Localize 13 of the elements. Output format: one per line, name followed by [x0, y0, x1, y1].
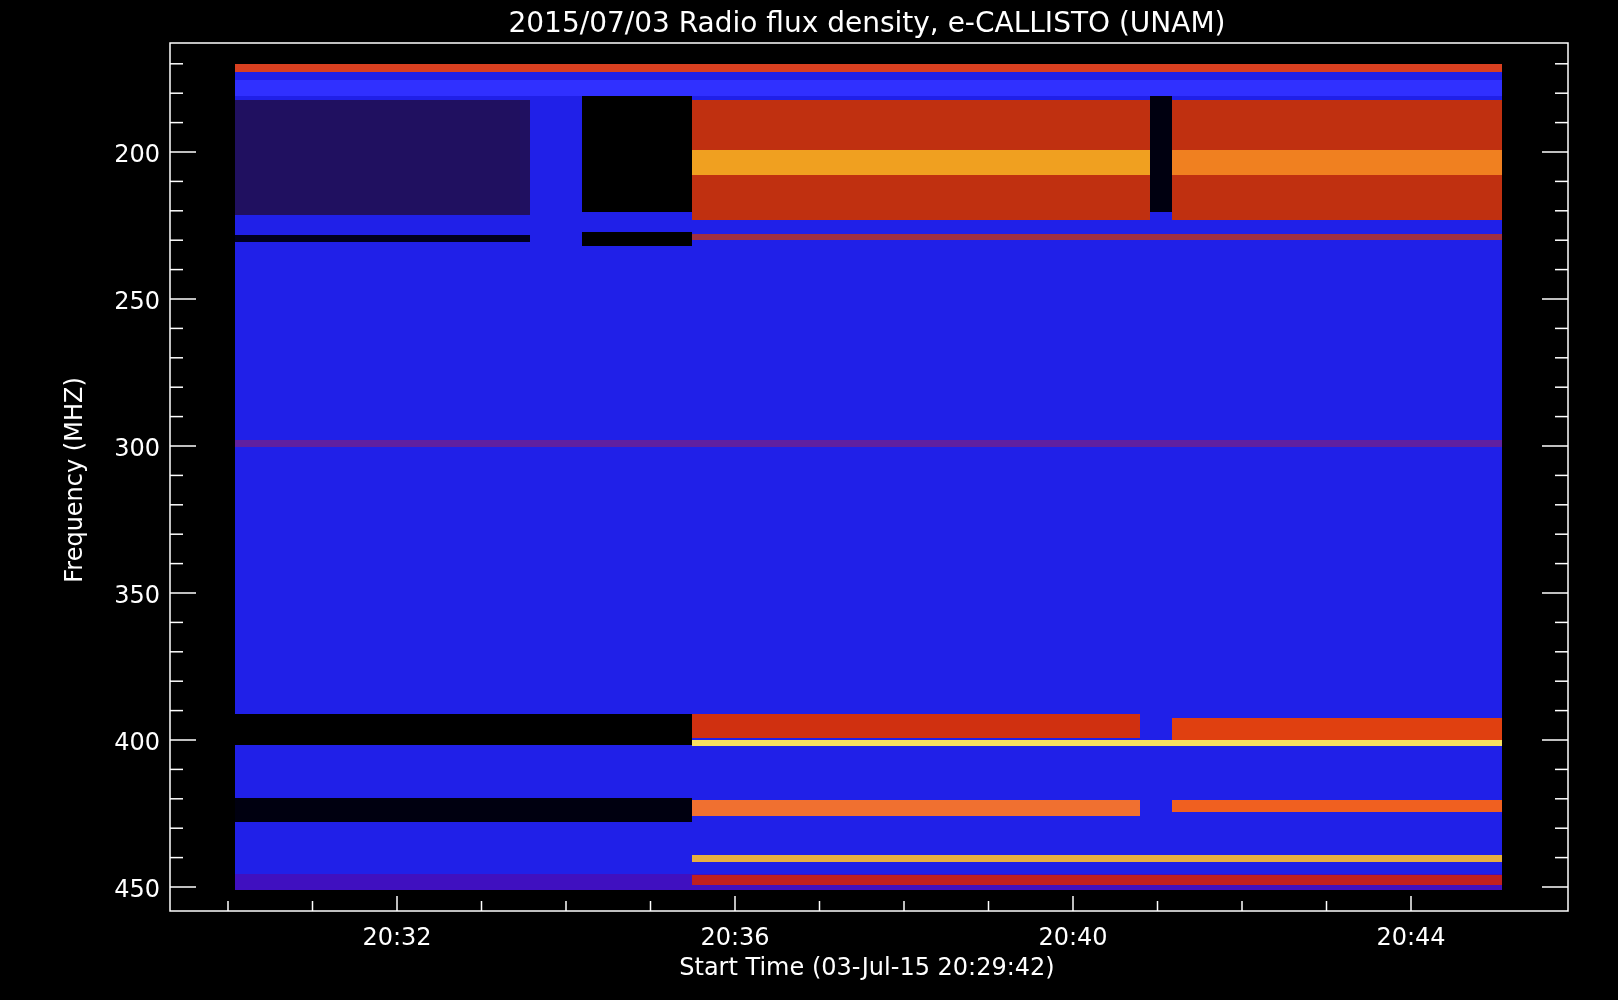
y-tick-label: 400	[114, 728, 160, 756]
x-tick-label: 20:32	[362, 923, 432, 951]
y-tick-label: 250	[114, 287, 160, 315]
y-axis-label: Frequency (MHZ)	[60, 377, 88, 583]
y-tick-label: 200	[114, 140, 160, 168]
x-tick-label: 20:44	[1376, 923, 1446, 951]
y-tick-label: 300	[114, 434, 160, 462]
x-tick-label: 20:36	[700, 923, 770, 951]
y-tick-label: 450	[114, 875, 160, 903]
x-tick-label: 20:40	[1038, 923, 1108, 951]
y-tick-label: 350	[114, 581, 160, 609]
chart-title: 2015/07/03 Radio flux density, e-CALLISTO (UNAM)	[508, 6, 1226, 39]
x-axis-label: Start Time (03-Jul-15 20:29:42)	[679, 953, 1055, 981]
